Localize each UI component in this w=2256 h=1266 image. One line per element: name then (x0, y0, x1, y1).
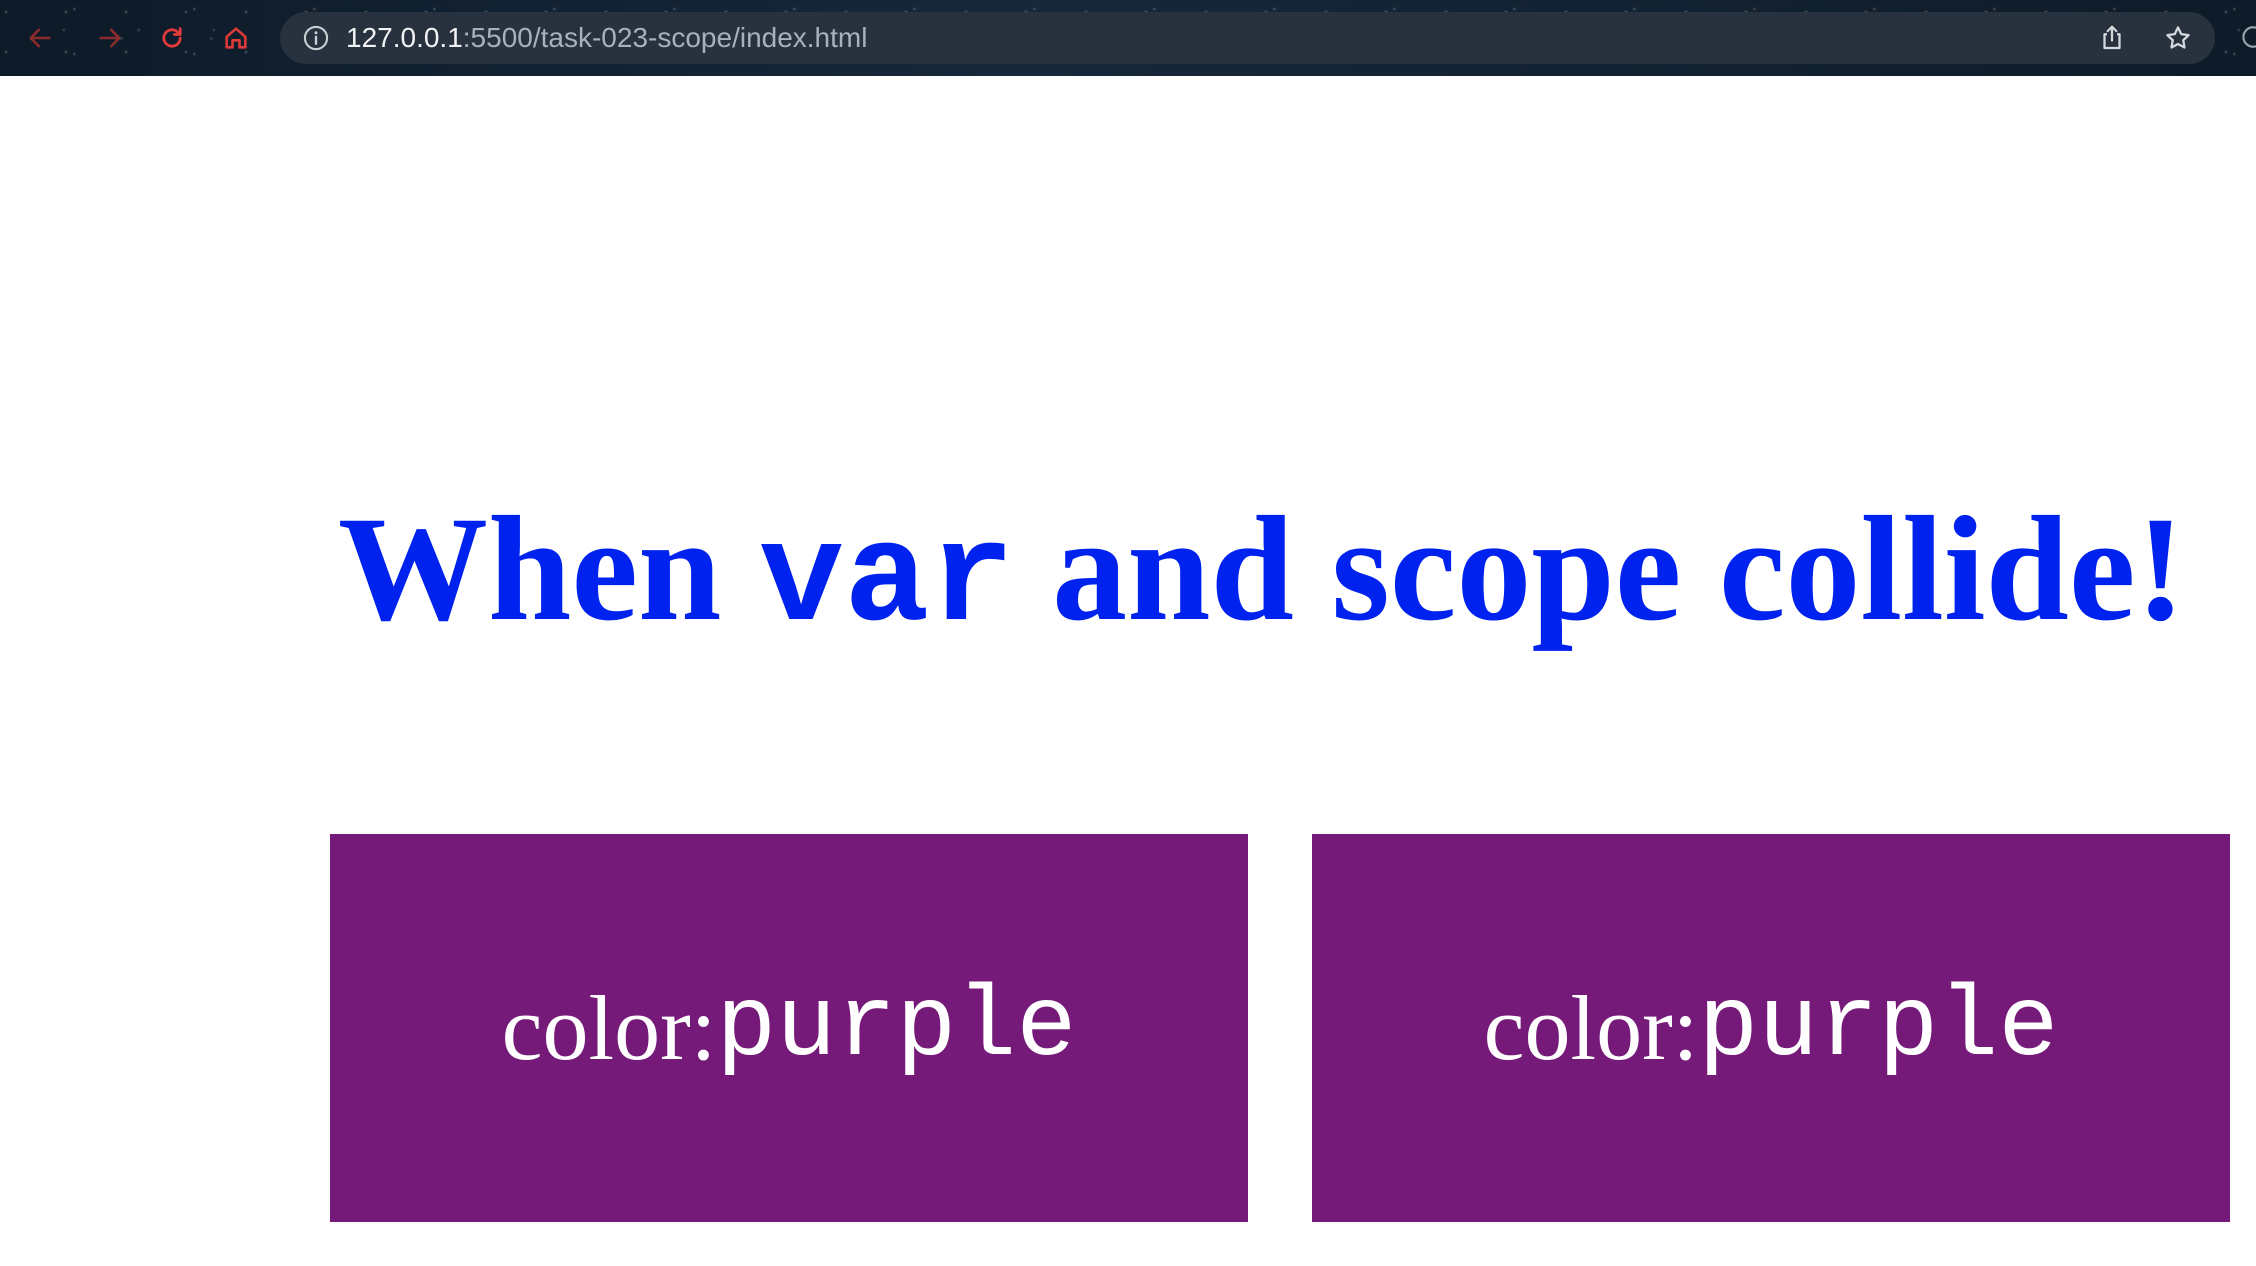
heading-text-start: When (338, 486, 759, 652)
back-arrow-icon (29, 28, 51, 48)
forward-button[interactable] (92, 20, 128, 56)
share-icon[interactable] (2097, 23, 2127, 53)
home-button[interactable] (218, 20, 254, 56)
forward-arrow-icon (99, 28, 121, 48)
url-path: :5500/task-023-scope/index.html (462, 22, 868, 53)
color-box-2-value: purple (1698, 971, 2059, 1085)
heading-text-end: and scope collide! (1014, 486, 2186, 652)
page-content: When var and scope collide! color: purpl… (0, 76, 2256, 1266)
color-box-2: color: purple (1312, 834, 2230, 1222)
info-icon[interactable] (302, 24, 330, 52)
url-text[interactable]: 127.0.0.1:5500/task-023-scope/index.html (346, 23, 867, 53)
browser-toolbar: 127.0.0.1:5500/task-023-scope/index.html (0, 0, 2256, 76)
page-heading: When var and scope collide! (338, 494, 2185, 653)
back-button[interactable] (22, 20, 58, 56)
reload-icon (162, 27, 182, 48)
heading-code-var: var (758, 501, 1015, 662)
address-bar[interactable]: 127.0.0.1:5500/task-023-scope/index.html (280, 12, 2215, 64)
reload-button[interactable] (154, 20, 190, 56)
color-box-2-label: color: (1483, 977, 1699, 1079)
url-host: 127.0.0.1 (346, 22, 463, 53)
home-icon (225, 27, 247, 49)
color-box-1: color: purple (330, 834, 1248, 1222)
color-box-1-label: color: (501, 977, 717, 1079)
extension-icon[interactable] (2238, 22, 2256, 52)
color-box-1-value: purple (716, 971, 1077, 1085)
star-icon[interactable] (2163, 23, 2193, 53)
